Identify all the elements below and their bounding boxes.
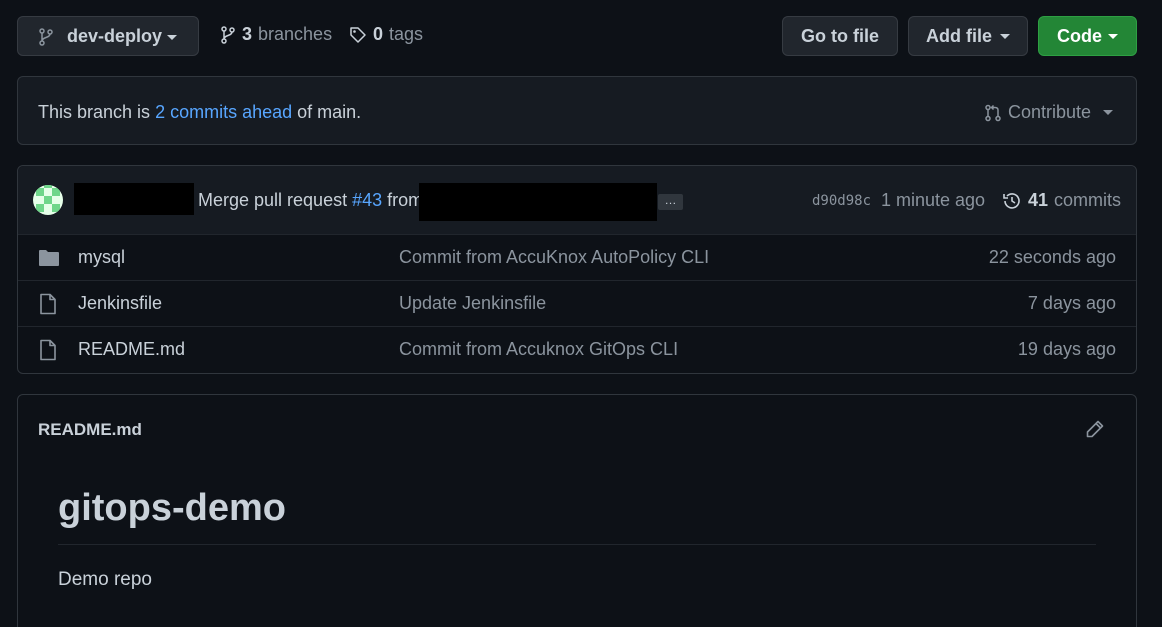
redacted-source-branch [419, 183, 657, 221]
contribute-button[interactable]: Contribute [984, 102, 1114, 123]
chevron-down-icon [1000, 33, 1010, 39]
branch-status-suffix: of main. [297, 102, 362, 122]
file-commit-time: 7 days ago [1027, 293, 1116, 313]
commits-ahead-link[interactable]: 2 commits ahead [155, 102, 292, 122]
readme-heading: gitops-demo [58, 487, 286, 529]
file-name[interactable]: README.md [78, 339, 185, 360]
branches-link[interactable]: 3 branches [220, 24, 332, 45]
commits-history-link[interactable]: 41 commits [1002, 190, 1121, 211]
pull-request-link[interactable]: #43 [352, 190, 382, 211]
go-to-file-button[interactable]: Go to file [782, 16, 898, 56]
code-label: Code [1057, 25, 1102, 46]
commit-message-from: from [387, 190, 424, 210]
branch-status-prefix: This branch is [38, 102, 151, 122]
file-row-mysql[interactable]: mysql Commit from AccuKnox AutoPolicy CL… [18, 234, 1136, 280]
branches-label: branches [258, 24, 333, 44]
branch-status-text: This branch is 2 commits ahead of main. [38, 102, 361, 123]
readme-heading-divider [58, 544, 1096, 545]
file-commit-time: 19 days ago [1017, 339, 1116, 359]
chevron-down-icon [167, 35, 177, 40]
expand-commit-button[interactable]: … [658, 194, 683, 210]
readme-body: Demo repo [58, 569, 152, 590]
commit-message-prefix: Merge pull request [198, 190, 348, 210]
readme-box: README.md gitops-demo Demo repo [17, 394, 1137, 627]
git-branch-icon [38, 28, 54, 46]
file-commit-message[interactable]: Commit from Accuknox GitOps CLI [399, 339, 678, 360]
history-icon [1002, 191, 1022, 211]
pull-request-icon [984, 104, 1002, 122]
branch-status-box: This branch is 2 commits ahead of main. … [17, 76, 1137, 145]
file-commit-message[interactable]: Commit from AccuKnox AutoPolicy CLI [399, 247, 709, 268]
file-list-box: Merge pull request #43 from … d90d98c 1 … [17, 165, 1137, 374]
redacted-author [74, 183, 194, 215]
commit-message[interactable]: Merge pull request #43 from [198, 190, 423, 211]
branch-selector-button[interactable]: dev-deploy [17, 16, 199, 56]
chevron-down-icon [1103, 110, 1114, 115]
go-to-file-label: Go to file [801, 25, 879, 46]
branch-name: dev-deploy [67, 26, 163, 46]
code-button[interactable]: Code [1038, 16, 1137, 56]
ellipsis-label: … [664, 193, 677, 207]
avatar[interactable] [33, 185, 63, 215]
add-file-button[interactable]: Add file [908, 16, 1028, 56]
commits-count: 41 [1028, 190, 1049, 210]
add-file-label: Add file [926, 25, 992, 46]
folder-icon [38, 249, 60, 267]
readme-filename: README.md [38, 420, 142, 439]
branches-count: 3 [242, 24, 253, 44]
file-name[interactable]: Jenkinsfile [78, 293, 162, 314]
file-row-readme[interactable]: README.md Commit from Accuknox GitOps CL… [18, 326, 1136, 372]
file-icon [38, 293, 58, 315]
file-commit-message[interactable]: Update Jenkinsfile [399, 293, 546, 314]
edit-readme-button[interactable] [1085, 419, 1105, 439]
file-icon [38, 339, 58, 361]
latest-commit-bar: Merge pull request #43 from … d90d98c 1 … [18, 166, 1136, 234]
file-row-jenkinsfile[interactable]: Jenkinsfile Update Jenkinsfile 7 days ag… [18, 280, 1136, 326]
commits-label: commits [1054, 190, 1122, 210]
commit-sha[interactable]: d90d98c [812, 193, 871, 209]
file-commit-time: 22 seconds ago [988, 247, 1116, 267]
tags-link[interactable]: 0 tags [349, 24, 423, 45]
git-branch-icon [220, 25, 236, 44]
file-name[interactable]: mysql [78, 247, 125, 268]
tags-label: tags [389, 24, 424, 44]
commit-time: 1 minute ago [881, 190, 986, 210]
pencil-icon [1086, 420, 1104, 438]
chevron-down-icon [1108, 33, 1118, 39]
contribute-label: Contribute [1008, 102, 1092, 122]
tag-icon [349, 26, 367, 44]
tags-count: 0 [373, 24, 384, 44]
